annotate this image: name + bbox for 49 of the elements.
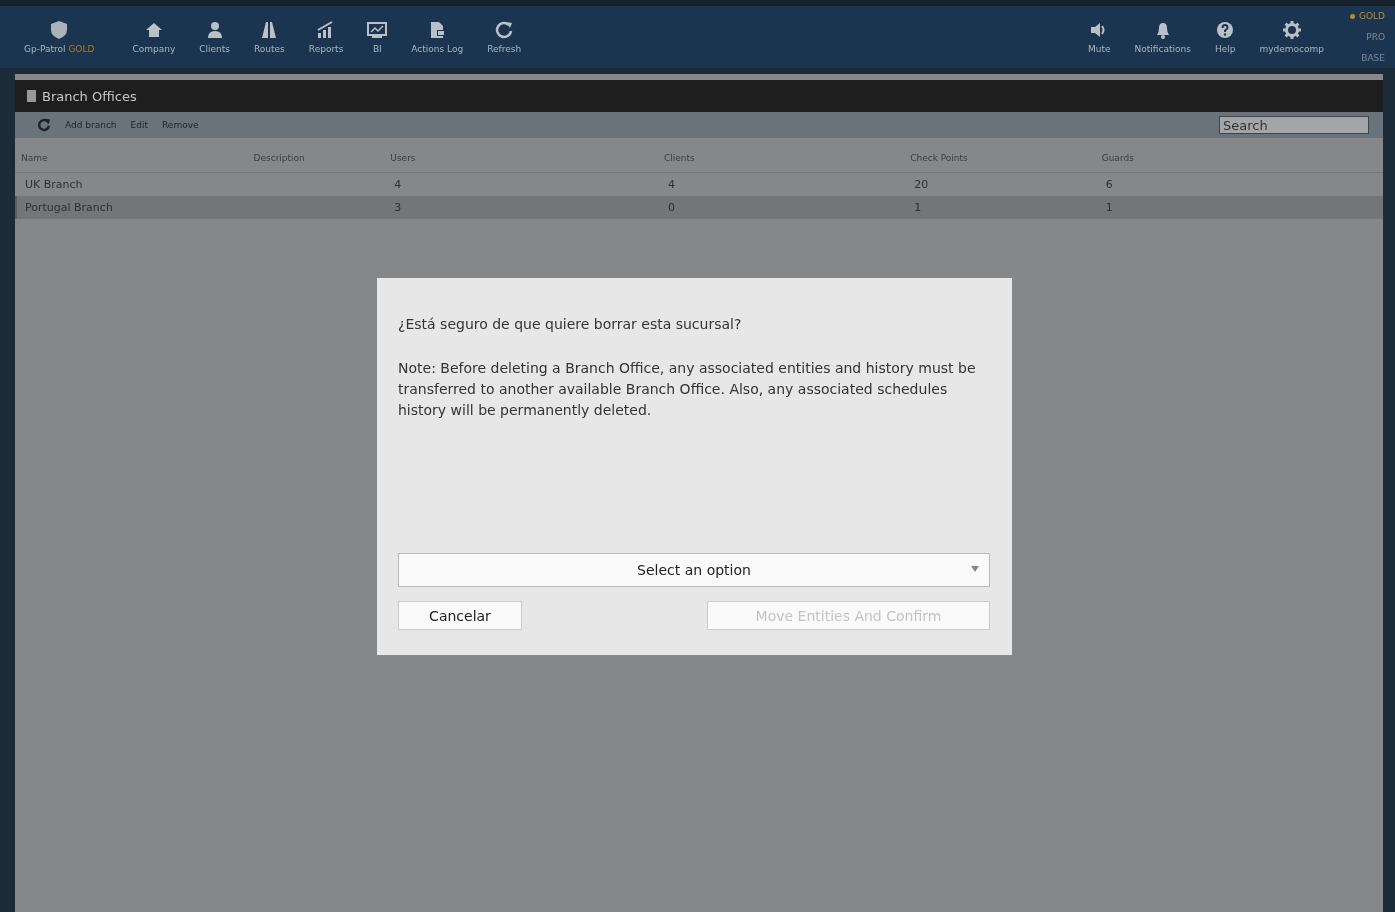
nav-item[interactable]: mydemocomp — [1247, 6, 1336, 68]
monitor-icon — [367, 20, 388, 40]
search-field[interactable]: Search — [1219, 116, 1369, 134]
table-cell: 1 — [1105, 201, 1113, 214]
column-header: Check Points — [910, 153, 968, 163]
nav-item[interactable]: BI — [355, 6, 400, 68]
branch-select[interactable]: Select an option — [398, 553, 990, 587]
panel-icon — [27, 90, 36, 102]
nav-item[interactable]: Help — [1202, 6, 1248, 68]
brand-logo[interactable]: Gp-Patrol GOLD — [12, 6, 107, 68]
nav-item[interactable]: Mute — [1076, 6, 1123, 68]
help-icon — [1215, 20, 1236, 40]
nav-item[interactable]: Notifications — [1122, 6, 1203, 68]
nav-item[interactable]: Refresh — [475, 6, 534, 68]
toolbar-button[interactable]: Add branch — [65, 120, 117, 130]
table-cell: 4 — [394, 178, 402, 191]
table-cell: 4 — [667, 178, 675, 191]
table-cell: 0 — [667, 201, 675, 214]
dialog-question: ¿Está seguro de que quiere borrar esta sucursal? — [398, 316, 743, 332]
table-cell: 1 — [914, 201, 922, 214]
refresh-icon — [494, 20, 515, 40]
nav-item[interactable]: Routes — [242, 6, 297, 68]
caret-icon — [971, 566, 979, 572]
plan-label: GOLD — [1359, 11, 1385, 22]
dialog-note: Note: Before deleting a Branch Office, any associated entities and history must be transferred to another available Branch Office. Also, any associated schedules history will be permanently deleted. — [398, 359, 977, 420]
settings-icon — [1281, 20, 1302, 40]
nav-item[interactable]: Reports — [296, 6, 356, 68]
column-header: Name — [21, 153, 48, 163]
column-header: Guards — [1101, 153, 1134, 163]
nav-item[interactable]: Company — [120, 6, 188, 68]
toolbar-button[interactable]: Remove — [162, 120, 199, 130]
table-cell: Portugal Branch — [25, 201, 113, 214]
table-cell: 20 — [914, 178, 929, 191]
plan-label: BASE — [1361, 52, 1385, 63]
cancel-button[interactable]: Cancelar — [398, 601, 522, 630]
brand-name: Gp-Patrol GOLD — [24, 44, 95, 54]
column-header: Description — [253, 153, 305, 163]
plan-label: PRO — [1366, 32, 1385, 42]
refresh-icon[interactable] — [37, 118, 51, 132]
table-cell: 6 — [1105, 178, 1113, 191]
toolbar-button[interactable]: Edit — [130, 120, 148, 130]
table-cell: UK Branch — [25, 178, 83, 191]
nav-item[interactable]: Actions Log — [399, 6, 476, 68]
column-header: Users — [390, 153, 416, 163]
column-header: Clients — [663, 153, 695, 163]
table-cell: 3 — [394, 201, 402, 214]
shield-icon — [49, 20, 70, 40]
nav-item[interactable]: Clients — [187, 6, 242, 68]
panel-title: Branch Offices — [42, 88, 137, 104]
